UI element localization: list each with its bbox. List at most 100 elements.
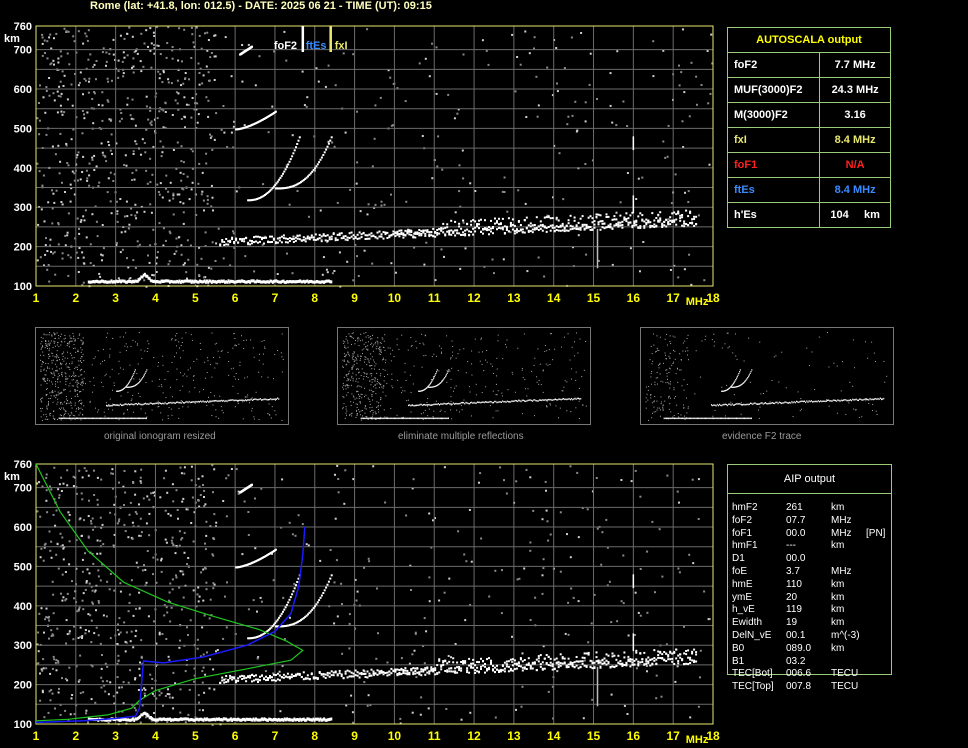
aip-row: D1 00.0 xyxy=(728,553,891,566)
aip-key: Ewidth xyxy=(732,617,763,629)
x-tick-label: 7 xyxy=(272,729,279,743)
aip-row: hmE 110 km xyxy=(728,579,891,592)
autoscala-value: 8.4 MHz xyxy=(819,177,891,203)
x-tick-label: 10 xyxy=(388,291,402,305)
aip-output-panel: AIP output hmF2 261 km foF2 07.7 MHz foF1 00.0 M… xyxy=(727,464,892,692)
aip-key: foF2 xyxy=(732,514,753,526)
x-tick-label: 4 xyxy=(152,729,159,743)
autoscala-value: 104 km xyxy=(819,202,891,228)
aip-key: foF1 xyxy=(732,527,753,539)
aip-key: ymE xyxy=(732,591,752,603)
x-tick-label: 8 xyxy=(311,291,318,305)
thumbnail-evidence-f2 xyxy=(640,327,894,425)
autoscala-label: M(3000)F2 xyxy=(726,102,821,128)
x-tick-label: 16 xyxy=(627,291,641,305)
y-tick-label: 200 xyxy=(14,680,32,692)
aip-value: 19 xyxy=(786,617,798,629)
aip-key: hmF1 xyxy=(732,540,758,552)
aip-unit: TECU xyxy=(831,668,859,680)
aip-key: B0 xyxy=(732,642,745,654)
x-tick-label: 1 xyxy=(33,291,40,305)
y-tick-label: 100 xyxy=(14,281,32,293)
aip-value: 261 xyxy=(786,502,803,513)
aip-key: h_vE xyxy=(732,604,755,616)
bottom-ionogram-chart: 760700600500400300200100km1 2 3 4 5 6 7 8 9 10 11 1… xyxy=(4,459,720,746)
aip-key: D1 xyxy=(732,553,745,565)
aip-unit: km xyxy=(831,604,845,616)
x-tick-label: 11 xyxy=(428,291,441,305)
x-tick-label: 16 xyxy=(627,729,641,743)
aip-key: hmE xyxy=(732,578,753,590)
aip-row: TEC[Top] 007.8 TECU xyxy=(728,681,891,694)
aip-key: TEC[Top] xyxy=(732,681,774,693)
x-tick-label: 3 xyxy=(112,291,119,305)
y-tick-label: 760 xyxy=(14,459,32,471)
x-tick-label: 11 xyxy=(428,729,441,743)
aip-row: foE 3.7 MHz xyxy=(728,566,891,579)
aip-value: 089.0 xyxy=(786,642,812,654)
aip-unit: km xyxy=(831,578,845,590)
fof2-marker-label: foF2 xyxy=(274,40,297,52)
aip-value: 00.0 xyxy=(786,527,806,539)
aip-row: h_vE 119 km xyxy=(728,604,891,617)
y-tick-label: 300 xyxy=(14,640,32,652)
caption-evidence-f2: evidence F2 trace xyxy=(722,431,802,442)
autoscala-label: MUF(3000)F2 xyxy=(726,77,821,103)
y-tick-label: 760 xyxy=(14,21,32,33)
x-tick-label: 6 xyxy=(232,291,239,305)
y-tick-label: 400 xyxy=(14,163,32,175)
aip-row: TEC[Bot] 006.6 TECU xyxy=(728,668,891,681)
aip-value: 007.8 xyxy=(786,681,812,693)
aip-row: foF1 00.0 MHz [PN] xyxy=(728,528,891,541)
aip-unit: TECU xyxy=(831,681,859,693)
autoscala-value: 3.16 xyxy=(819,102,891,128)
x-tick-label: 14 xyxy=(547,291,561,305)
aip-row: foF2 07.7 MHz xyxy=(728,515,891,528)
x-tick-label: 2 xyxy=(72,729,79,743)
x-tick-label: 12 xyxy=(467,291,481,305)
y-tick-label: 200 xyxy=(14,242,32,254)
aip-header: AIP output xyxy=(728,465,891,494)
caption-original: original ionogram resized xyxy=(104,431,216,442)
autoscala-output-table: AUTOSCALA output foF2 7.7 MHz MUF(3000)F2 2… xyxy=(726,27,891,228)
aip-value: 3.7 xyxy=(786,565,800,577)
y-tick-label: 700 xyxy=(14,45,32,57)
aip-value: 07.7 xyxy=(786,514,806,526)
aip-key: B1 xyxy=(732,655,745,667)
aip-unit: km xyxy=(831,591,845,603)
autoscala-label: foF2 xyxy=(726,52,821,78)
x-tick-label: 13 xyxy=(507,291,521,305)
autoscala-header: AUTOSCALA output xyxy=(727,27,891,53)
aip-key: foE xyxy=(732,565,748,577)
x-tick-label: 12 xyxy=(467,729,481,743)
x-tick-label: 9 xyxy=(351,729,358,743)
y-tick-label: 600 xyxy=(14,522,32,534)
y-tick-label: 300 xyxy=(14,202,32,214)
aip-key: hmF2 xyxy=(732,502,758,513)
autoscala-value: N/A xyxy=(819,152,891,178)
autoscala-label: h'Es xyxy=(726,202,821,228)
fxi-marker-label: fxI xyxy=(335,40,348,52)
aip-row: hmF1 --- km xyxy=(728,540,891,553)
aip-key: TEC[Bot] xyxy=(732,668,773,680)
aip-unit: km xyxy=(831,642,845,654)
x-tick-label: 15 xyxy=(587,291,601,305)
x-tick-label: 4 xyxy=(152,291,159,305)
aip-row: B1 03.2 xyxy=(728,656,891,669)
aip-value: 110 xyxy=(786,578,802,590)
aip-row: hmF2 261 km xyxy=(728,502,891,515)
x-axis-unit: MHz xyxy=(686,296,709,308)
aip-unit: MHz xyxy=(831,527,852,539)
y-tick-label: 600 xyxy=(14,84,32,96)
x-tick-label: 17 xyxy=(666,729,680,743)
aip-unit: m^(-3) xyxy=(831,629,860,641)
x-tick-label: 14 xyxy=(547,729,561,743)
y-tick-label: 400 xyxy=(14,601,32,613)
aip-row: Ewidth 19 km xyxy=(728,617,891,630)
aip-row: ymE 20 km xyxy=(728,592,891,605)
x-tick-label: 6 xyxy=(232,729,239,743)
autoscala-value: 8.4 MHz xyxy=(819,127,891,153)
x-tick-label: 7 xyxy=(272,291,279,305)
aip-row: B0 089.0 km xyxy=(728,643,891,656)
aip-value: 00.1 xyxy=(786,629,806,641)
